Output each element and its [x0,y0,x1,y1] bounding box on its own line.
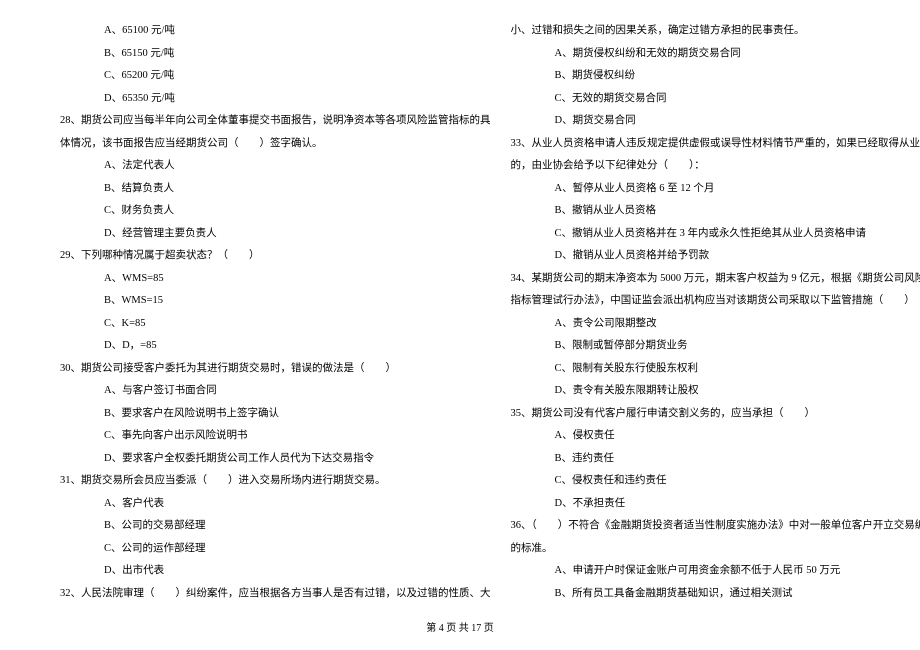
answer-option: A、暂停从业人员资格 6 至 12 个月 [511,178,920,201]
answer-option: B、公司的交易部经理 [60,515,491,538]
answer-option: C、侵权责任和违约责任 [511,470,920,493]
question-text: 体情况，该书面报告应当经期货公司（ ）签字确认。 [60,133,491,156]
answer-option: A、责令公司限期整改 [511,313,920,336]
answer-option: C、限制有关股东行使股东权利 [511,358,920,381]
answer-option: D、责令有关股东限期转让股权 [511,380,920,403]
left-column: A、65100 元/吨 B、65150 元/吨 C、65200 元/吨 D、65… [0,20,501,605]
answer-option: B、期货侵权纠纷 [511,65,920,88]
answer-option: B、65150 元/吨 [60,43,491,66]
question-text: 31、期货交易所会员应当委派（ ）进入交易所场内进行期货交易。 [60,470,491,493]
question-text: 36、（ ）不符合《金融期货投资者适当性制度实施办法》中对一般单位客户开立交易编… [511,515,920,538]
page-footer: 第 4 页 共 17 页 [0,619,920,634]
answer-option: D、不承担责任 [511,493,920,516]
answer-option: D、要求客户全权委托期货公司工作人员代为下达交易指令 [60,448,491,471]
answer-option: A、65100 元/吨 [60,20,491,43]
question-text: 35、期货公司没有代客户履行申请交割义务的，应当承担（ ） [511,403,920,426]
question-text: 28、期货公司应当每半年向公司全体董事提交书面报告，说明净资本等各项风险监管指标… [60,110,491,133]
question-text: 30、期货公司接受客户委托为其进行期货交易时，错误的做法是（ ） [60,358,491,381]
answer-option: C、财务负责人 [60,200,491,223]
answer-option: C、撤销从业人员资格并在 3 年内或永久性拒绝其从业人员资格申请 [511,223,920,246]
answer-option: B、违约责任 [511,448,920,471]
answer-option: B、限制或暂停部分期货业务 [511,335,920,358]
question-text: 29、下列哪种情况属于超卖状态？（ ） [60,245,491,268]
right-column: 小、过错和损失之间的因果关系，确定过错方承担的民事责任。 A、期货侵权纠纷和无效… [501,20,920,605]
answer-option: D、经营管理主要负责人 [60,223,491,246]
answer-option: B、所有员工具备金融期货基础知识，通过相关测试 [511,583,920,606]
question-text: 34、某期货公司的期末净资本为 5000 万元，期末客户权益为 9 亿元，根据《… [511,268,920,291]
question-text: 小、过错和损失之间的因果关系，确定过错方承担的民事责任。 [511,20,920,43]
answer-option: B、撤销从业人员资格 [511,200,920,223]
question-text: 32、人民法院审理（ ）纠纷案件，应当根据各方当事人是否有过错，以及过错的性质、… [60,583,491,606]
answer-option: A、WMS=85 [60,268,491,291]
answer-option: C、65200 元/吨 [60,65,491,88]
answer-option: C、公司的运作部经理 [60,538,491,561]
answer-option: A、客户代表 [60,493,491,516]
question-text: 33、从业人员资格申请人违反规定提供虚假或误导性材料情节严重的，如果已经取得从业… [511,133,920,156]
answer-option: A、侵权责任 [511,425,920,448]
exam-page: A、65100 元/吨 B、65150 元/吨 C、65200 元/吨 D、65… [0,0,920,605]
answer-option: C、K=85 [60,313,491,336]
answer-option: D、65350 元/吨 [60,88,491,111]
answer-option: B、WMS=15 [60,290,491,313]
answer-option: D、期货交易合同 [511,110,920,133]
answer-option: A、与客户签订书面合同 [60,380,491,403]
answer-option: A、法定代表人 [60,155,491,178]
answer-option: C、无效的期货交易合同 [511,88,920,111]
question-text: 的，由业协会给予以下纪律处分（ ）： [511,155,920,178]
answer-option: A、期货侵权纠纷和无效的期货交易合同 [511,43,920,66]
question-text: 的标准。 [511,538,920,561]
answer-option: D、D，=85 [60,335,491,358]
answer-option: B、结算负责人 [60,178,491,201]
answer-option: B、要求客户在风险说明书上签字确认 [60,403,491,426]
answer-option: C、事先向客户出示风险说明书 [60,425,491,448]
answer-option: A、申请开户时保证金账户可用资金余额不低于人民币 50 万元 [511,560,920,583]
answer-option: D、撤销从业人员资格并给予罚款 [511,245,920,268]
question-text: 指标管理试行办法》，中国证监会派出机构应当对该期货公司采取以下监管措施（ ） [511,290,920,313]
answer-option: D、出市代表 [60,560,491,583]
